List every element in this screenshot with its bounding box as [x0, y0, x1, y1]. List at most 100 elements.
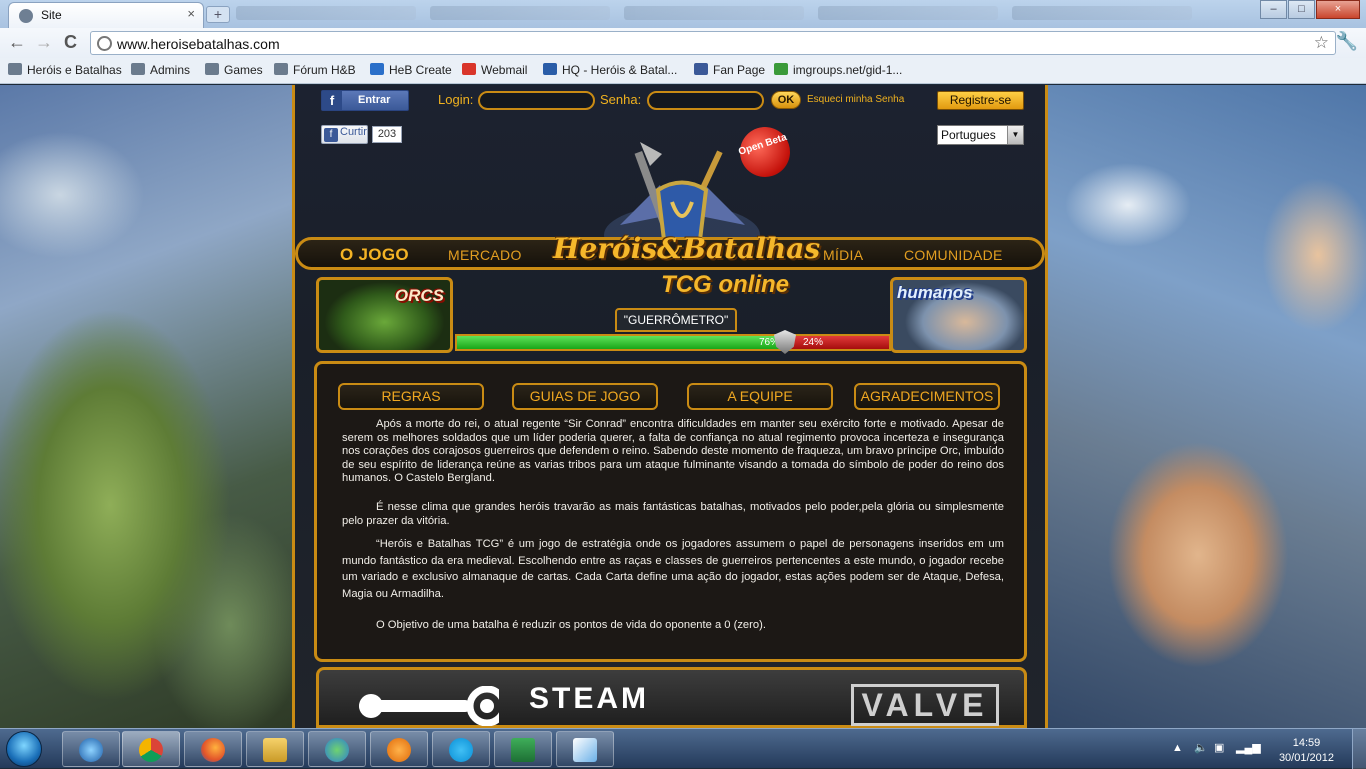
faction-name: ORCS [394, 286, 444, 305]
humans-faction-card[interactable]: humanos [890, 277, 1027, 353]
firefox-icon [201, 738, 225, 762]
device-icon[interactable]: ▣ [1214, 741, 1224, 754]
taskbar-app[interactable] [370, 731, 428, 767]
taskbar-app[interactable] [62, 731, 120, 767]
tab-title: Site [41, 8, 62, 22]
ok-button[interactable]: OK [771, 91, 801, 109]
forward-icon[interactable]: → [35, 32, 53, 53]
taskbar-app-excel[interactable] [494, 731, 552, 767]
background-tabs [236, 6, 1246, 24]
pen-app-icon [573, 738, 597, 762]
facebook-icon: f [322, 91, 342, 110]
steam-text: STEAM [529, 682, 649, 715]
tab-close-icon[interactable]: × [187, 6, 195, 21]
globe-icon [97, 36, 112, 51]
chevron-up-icon[interactable]: ▲ [1172, 742, 1183, 754]
faction-name: humanos [897, 283, 973, 302]
start-button[interactable] [6, 731, 42, 767]
bookmark-icon [131, 63, 145, 75]
forgot-password-link[interactable]: Esqueci minha Senha [807, 94, 904, 105]
nav-item-midia[interactable]: MÍDIA [823, 247, 863, 263]
war-meter-bar: 76% 24% [455, 334, 891, 351]
excel-icon [511, 738, 535, 762]
orcs-faction-card[interactable]: ORCS [316, 277, 453, 353]
site-column: f Entrar Login: Senha: OK Esqueci minha … [292, 85, 1048, 728]
taskbar-app[interactable] [246, 731, 304, 767]
messenger-icon [325, 738, 349, 762]
web-page: f Entrar Login: Senha: OK Esqueci minha … [0, 85, 1366, 728]
facebook-like-button[interactable]: f Curtir [321, 125, 368, 144]
bookmark-item[interactable]: Webmail [462, 63, 527, 77]
minimize-button[interactable]: – [1260, 0, 1287, 19]
bookmark-item[interactable]: Heróis e Batalhas [8, 63, 122, 77]
story-paragraph: “Heróis e Batalhas TCG” é um jogo de est… [342, 538, 1004, 600]
close-window-button[interactable]: × [1316, 0, 1360, 19]
site-logo-subtitle: TCG online [661, 271, 789, 298]
taskbar-app[interactable] [556, 731, 614, 767]
language-select[interactable]: Portugues ▼ [937, 125, 1024, 145]
steam-logo-icon [359, 686, 499, 726]
windows-taskbar: ▲ 🔈 ▣ ▂▄▆ 14:59 30/01/2012 [0, 728, 1366, 769]
nav-item-mercado[interactable]: MERCADO [448, 247, 522, 263]
signal-icon[interactable]: ▂▄▆ [1236, 741, 1261, 754]
system-tray: ▲ 🔈 ▣ ▂▄▆ 14:59 30/01/2012 [1156, 729, 1366, 769]
login-input[interactable] [478, 91, 595, 110]
bookmark-star-icon[interactable]: ☆ [1314, 33, 1329, 53]
bookmark-icon [543, 63, 557, 75]
orcs-progress [457, 336, 785, 349]
login-label: Login: [438, 92, 474, 107]
back-icon[interactable]: ← [8, 32, 26, 53]
browser-tab[interactable]: Site × [8, 2, 204, 28]
bookmark-item[interactable]: HQ - Heróis & Batal... [543, 63, 677, 77]
bookmark-icon [774, 63, 788, 75]
wrench-icon[interactable]: 🔧 [1336, 31, 1358, 52]
maximize-button[interactable]: □ [1288, 0, 1315, 19]
taskbar-app-firefox[interactable] [184, 731, 242, 767]
story-paragraph: Após a morte do rei, o atual regente “Si… [342, 418, 1004, 485]
password-input[interactable] [647, 91, 764, 110]
bookmark-item[interactable]: imgroups.net/gid-1... [774, 63, 902, 77]
steam-banner[interactable]: STEAM VALVE [316, 667, 1027, 728]
facebook-login-button[interactable]: f Entrar [321, 90, 409, 111]
facebook-icon: f [324, 128, 338, 142]
address-bar[interactable]: www.heroisebatalhas.com ☆ [90, 31, 1336, 55]
bookmark-item[interactable]: Admins [131, 63, 190, 77]
site-logo[interactable]: Heróis&Batalhas [553, 232, 820, 265]
tray-clock[interactable]: 14:59 30/01/2012 [1279, 736, 1334, 766]
subnav-a-equipe[interactable]: A EQUIPE [687, 383, 833, 410]
taskbar-app-skype[interactable] [432, 731, 490, 767]
bookmark-icon [370, 63, 384, 75]
subnav-regras[interactable]: REGRAS [338, 383, 484, 410]
bookmark-icon [274, 63, 288, 75]
clock-time: 14:59 [1292, 737, 1321, 749]
butterfly-icon [387, 738, 411, 762]
nav-item-o-jogo[interactable]: O JOGO [340, 245, 409, 265]
nav-item-comunidade[interactable]: COMUNIDADE [904, 247, 1003, 263]
bookmark-item[interactable]: Games [205, 63, 263, 77]
story-paragraph: O Objetivo de uma batalha é reduzir os p… [376, 619, 766, 631]
subnav-agradecimentos[interactable]: AGRADECIMENTOS [854, 383, 1000, 410]
taskbar-app-chrome[interactable] [122, 731, 180, 767]
register-button[interactable]: Registre-se [937, 91, 1024, 110]
humans-progress [785, 336, 889, 349]
new-tab-button[interactable]: + [206, 6, 230, 23]
page-icon [19, 9, 33, 23]
bookmark-item[interactable]: Fan Page [694, 63, 765, 77]
taskbar-app[interactable] [308, 731, 366, 767]
bookmark-item[interactable]: Fórum H&B [274, 63, 356, 77]
subnav-guias-de-jogo[interactable]: GUIAS DE JOGO [512, 383, 658, 410]
orc-artwork [0, 85, 292, 728]
story-panel: REGRAS GUIAS DE JOGO A EQUIPE AGRADECIME… [314, 361, 1027, 662]
humans-percent: 24% [803, 337, 824, 348]
bookmark-icon [205, 63, 219, 75]
bookmark-item[interactable]: HeB Create [370, 63, 452, 77]
browser-titlebar: Site × + – □ × [0, 0, 1366, 28]
reload-icon[interactable]: C [64, 32, 77, 53]
human-artwork [1048, 85, 1366, 728]
show-desktop-button[interactable] [1352, 729, 1366, 769]
url-text[interactable]: www.heroisebatalhas.com [117, 36, 280, 52]
folder-icon [263, 738, 287, 762]
speaker-icon[interactable]: 🔈 [1194, 741, 1208, 754]
chevron-down-icon[interactable]: ▼ [1007, 126, 1023, 144]
bookmark-icon [8, 63, 22, 75]
